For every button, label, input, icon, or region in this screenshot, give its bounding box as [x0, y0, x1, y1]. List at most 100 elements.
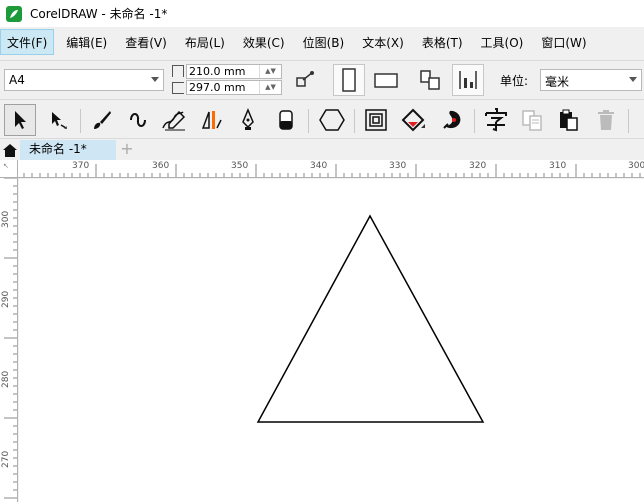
- toolbox: [0, 101, 644, 139]
- menu-view[interactable]: 查看(V): [119, 29, 173, 55]
- pen-nib-icon: [242, 108, 254, 130]
- height-icon: [172, 82, 184, 94]
- text-tool-button[interactable]: [480, 104, 512, 136]
- ruler-origin[interactable]: ↖: [0, 160, 18, 178]
- page-width-value: 210.0 mm: [189, 65, 246, 78]
- brush-icon: [94, 111, 111, 129]
- window-title: CorelDRAW - 未命名 -1*: [30, 7, 168, 21]
- pick-tool-button[interactable]: [4, 104, 36, 136]
- current-page-button[interactable]: [452, 64, 484, 96]
- clipboard-icon: [560, 109, 578, 131]
- document-tab[interactable]: 未命名 -1*: [20, 140, 116, 160]
- delete-button[interactable]: [590, 104, 622, 136]
- transform-page-icon: [296, 71, 314, 87]
- copy-disabled-icon: [522, 110, 542, 131]
- pen-tool-button[interactable]: [232, 104, 264, 136]
- menu-window[interactable]: 窗口(W): [535, 29, 592, 55]
- eraser-tool-button[interactable]: [270, 104, 302, 136]
- freehand-tool-button[interactable]: [122, 104, 154, 136]
- canvas-drawing: [256, 214, 485, 423]
- ruler-label: 290: [1, 290, 11, 308]
- ruler-label: 370: [72, 161, 90, 171]
- all-pages-button[interactable]: [414, 64, 446, 96]
- shape-tool-button[interactable]: [42, 104, 74, 136]
- pages-icon: [420, 70, 440, 90]
- toolbar-divider: [308, 109, 309, 133]
- vertical-ruler[interactable]: 300 290 280 270: [0, 178, 18, 502]
- smart-draw-icon: [162, 110, 186, 131]
- unit-select[interactable]: 毫米: [540, 69, 642, 91]
- unit-value: 毫米: [545, 75, 570, 89]
- property-bar: A4 210.0 mm ▲▼ 297.0 mm ▲▼ 单位: 毫米: [0, 60, 644, 100]
- menu-bar: 文件(F) 编辑(E) 查看(V) 布局(L) 效果(C) 位图(B) 文本(X…: [0, 27, 644, 57]
- contour-icon: [365, 109, 387, 131]
- menu-file[interactable]: 文件(F): [0, 29, 55, 55]
- triangle-shape[interactable]: [256, 214, 485, 423]
- paste-button[interactable]: [552, 104, 584, 136]
- drawing-canvas[interactable]: [19, 179, 644, 502]
- eraser-icon: [279, 110, 293, 130]
- transform-page-button[interactable]: [289, 64, 321, 96]
- page-height-field[interactable]: 297.0 mm ▲▼: [186, 80, 282, 95]
- menu-layout[interactable]: 布局(L): [179, 29, 231, 55]
- add-tab-button[interactable]: +: [118, 140, 136, 160]
- landscape-button[interactable]: [370, 64, 402, 96]
- portrait-page-icon: [342, 68, 356, 92]
- ruler-label: 310: [549, 161, 567, 171]
- width-spinner-icon[interactable]: ▲▼: [259, 65, 281, 78]
- menu-table[interactable]: 表格(T): [416, 29, 469, 55]
- ruler-origin-icon: ↖: [3, 162, 9, 170]
- copy-properties-button[interactable]: [516, 104, 548, 136]
- page-size-select[interactable]: A4: [4, 69, 164, 91]
- menu-bitmaps[interactable]: 位图(B): [297, 29, 351, 55]
- ruler-label: 270: [1, 450, 11, 468]
- width-icon: [172, 65, 184, 77]
- chevron-down-icon: [629, 77, 637, 82]
- eyedropper-tool-button[interactable]: [436, 104, 468, 136]
- title-bar: CorelDRAW - 未命名 -1*: [0, 0, 644, 27]
- ruler-label: 340: [310, 161, 328, 171]
- menu-effects[interactable]: 效果(C): [237, 29, 291, 55]
- portrait-button[interactable]: [333, 64, 365, 96]
- landscape-page-icon: [374, 73, 398, 88]
- dimension-tool-button[interactable]: [196, 104, 228, 136]
- home-icon: [3, 144, 17, 157]
- ruler-label: 350: [231, 161, 249, 171]
- contour-tool-button[interactable]: [360, 104, 392, 136]
- color-picker-icon: [443, 110, 461, 129]
- fill-tool-button[interactable]: [398, 104, 430, 136]
- ruler-label: 300: [1, 210, 11, 228]
- horizontal-ruler[interactable]: 370 360 350 340 330 320 310 300: [18, 160, 644, 178]
- menu-text[interactable]: 文本(X): [356, 29, 410, 55]
- toolbar-divider: [474, 109, 475, 133]
- page-layout-icon: [459, 71, 477, 89]
- home-button[interactable]: [0, 140, 20, 160]
- ruler-label: 360: [152, 161, 170, 171]
- ruler-label: 320: [469, 161, 487, 171]
- menu-tools[interactable]: 工具(O): [475, 29, 530, 55]
- artistic-media-button[interactable]: [86, 104, 118, 136]
- toolbar-divider: [80, 109, 81, 133]
- smart-drawing-button[interactable]: [158, 104, 190, 136]
- paint-bucket-icon: [401, 108, 425, 132]
- coreldraw-logo-icon: [6, 5, 22, 22]
- text-char-icon: [485, 108, 507, 132]
- height-spinner-icon[interactable]: ▲▼: [259, 81, 281, 94]
- polygon-tool-button[interactable]: [316, 104, 348, 136]
- toolbar-divider: [354, 109, 355, 133]
- trash-icon: [598, 110, 614, 130]
- hexagon-icon: [319, 109, 345, 131]
- page-width-field[interactable]: 210.0 mm ▲▼: [186, 64, 282, 79]
- ruler-label: 300: [628, 161, 644, 171]
- shape-edit-icon: [52, 112, 67, 129]
- document-tab-bar: 未命名 -1* +: [0, 139, 644, 160]
- toolbar-divider: [628, 109, 629, 133]
- dimension-icon: [201, 111, 222, 129]
- page-size-value: A4: [9, 73, 25, 87]
- curve-icon: [130, 113, 146, 127]
- ruler-label: 330: [389, 161, 407, 171]
- ruler-label: 280: [1, 370, 11, 388]
- chevron-down-icon: [151, 77, 159, 82]
- pointer-icon: [15, 111, 26, 129]
- menu-edit[interactable]: 编辑(E): [60, 29, 113, 55]
